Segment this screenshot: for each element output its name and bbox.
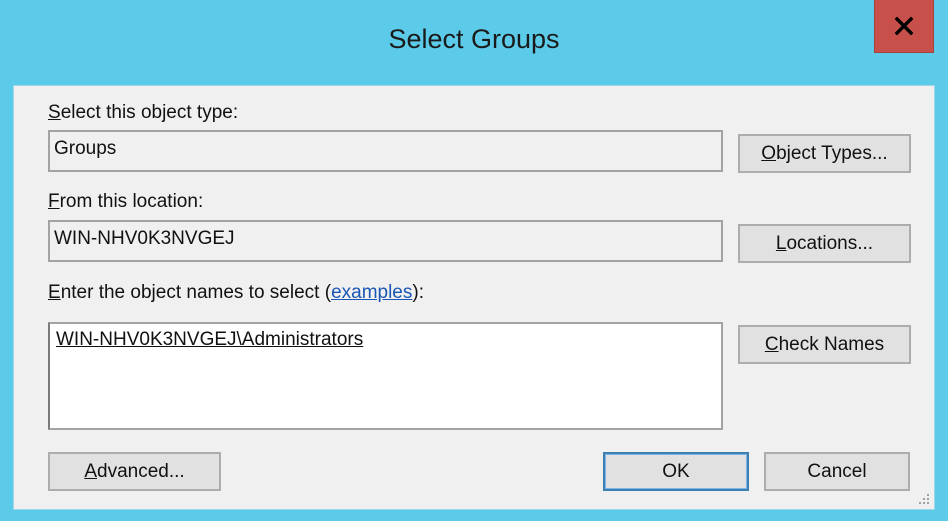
check-names-button[interactable]: Check Names [738, 325, 911, 364]
resize-grip-icon[interactable] [916, 491, 930, 505]
close-icon [894, 16, 914, 36]
object-names-label: Enter the object names to select (exampl… [48, 282, 424, 303]
select-groups-dialog: Select Groups Select this object type: G… [0, 0, 948, 521]
locations-button[interactable]: Locations... [738, 224, 911, 263]
dialog-body: Select this object type: Groups Object T… [13, 85, 935, 510]
location-label: From this location: [48, 191, 204, 212]
dialog-title: Select Groups [388, 24, 560, 54]
ok-button[interactable]: OK [603, 452, 749, 491]
location-field: WIN-NHV0K3NVGEJ [48, 220, 723, 262]
cancel-button[interactable]: Cancel [764, 452, 910, 491]
examples-link[interactable]: examples [331, 282, 412, 303]
close-button[interactable] [874, 0, 934, 53]
title-bar[interactable]: Select Groups [0, 0, 948, 85]
object-type-field: Groups [48, 130, 723, 172]
resolved-object-name: WIN-NHV0K3NVGEJ\Administrators [56, 329, 364, 350]
object-types-button[interactable]: Object Types... [738, 134, 911, 173]
advanced-button[interactable]: Advanced... [48, 452, 221, 491]
object-type-label: Select this object type: [48, 102, 239, 123]
object-names-input[interactable]: WIN-NHV0K3NVGEJ\Administrators [48, 322, 723, 430]
